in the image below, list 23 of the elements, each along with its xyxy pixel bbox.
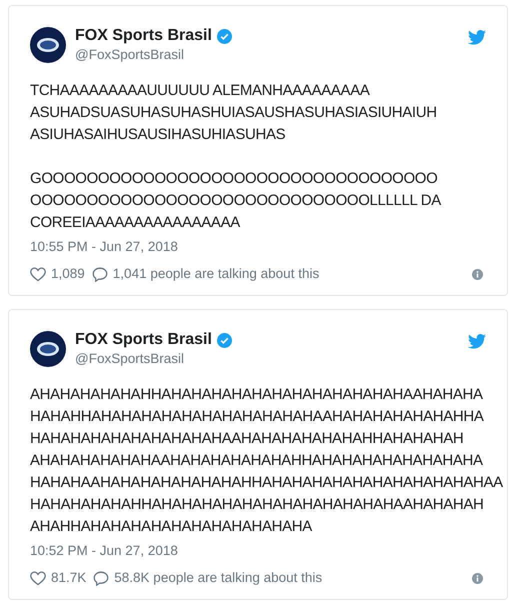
like-count[interactable]: 1,089 xyxy=(51,265,85,283)
avatar-icon[interactable] xyxy=(30,331,66,367)
account-handle[interactable]: @FoxSportsBrasil xyxy=(75,350,184,368)
info-icon[interactable] xyxy=(472,572,483,584)
tweet-text: TCHAAAAAAAAAUUUUUU ALEMANHAAAAAAAAA ASUHADSUASUHASUHASHUIASAUSHASUHASIASIUHAIUH ASIUHASAIHUSAUSIHASUHIASUHAS xyxy=(30,81,437,145)
like-count[interactable]: 81.7K xyxy=(51,569,86,587)
speech-bubble-icon[interactable] xyxy=(92,266,108,282)
tweet-text: GOOOOOOOOOOOOOOOOOOOOOOOOOOOOOOOOOOO OOOOOOOOOOOOOOOOOOOOOOOOOOOOOOLLLLLL DA COREEIAAAAAAAAAAAAAAAA xyxy=(30,169,441,233)
talking-count[interactable]: 58.8K people are talking about this xyxy=(114,569,322,587)
account-handle[interactable]: @FoxSportsBrasil xyxy=(75,46,184,64)
heart-icon[interactable] xyxy=(30,266,46,282)
account-name[interactable]: FOX Sports Brasil xyxy=(75,26,212,46)
tweet-timestamp[interactable]: 10:52 PM - Jun 27, 2018 xyxy=(30,541,178,561)
tweet-text: AHAHAHAHAHAHHAHAHAHAHAHAHAHAHAHAHAHAHAAHAHAHA HAHAHHAHAHAHAHAHAHAHAHAHAHAHAAHAHAHAHAHAHAHHA HAHAHAHAHAHAHAHAHAHAAHAHAHAHAHAHAHHAHAHAHAH AHAHAHAHAHAHAAHAHAHAHAHAHAHHAHAHAHAHAHAHAHAHA HAHAHAAHAHAHAHAHAHAHAHHAHAHAHAHAHAHAHAHAHAHAHAA HAHAHAHAHAHHAHAHAHAHAHAHAHAHAHAHAHAHAAHAHAHAH AHAHHAHAHAHAHAHAHAHAHAHAHAHA xyxy=(30,385,503,537)
tweet-timestamp[interactable]: 10:55 PM - Jun 27, 2018 xyxy=(30,237,178,257)
speech-bubble-icon[interactable] xyxy=(93,570,110,586)
heart-icon[interactable] xyxy=(30,570,46,586)
account-name[interactable]: FOX Sports Brasil xyxy=(75,330,212,350)
avatar-icon[interactable] xyxy=(30,27,66,63)
bird-icon[interactable] xyxy=(468,334,486,349)
bird-icon[interactable] xyxy=(468,30,486,45)
info-icon[interactable] xyxy=(472,268,483,280)
talking-count[interactable]: 1,041 people are talking about this xyxy=(112,265,320,283)
